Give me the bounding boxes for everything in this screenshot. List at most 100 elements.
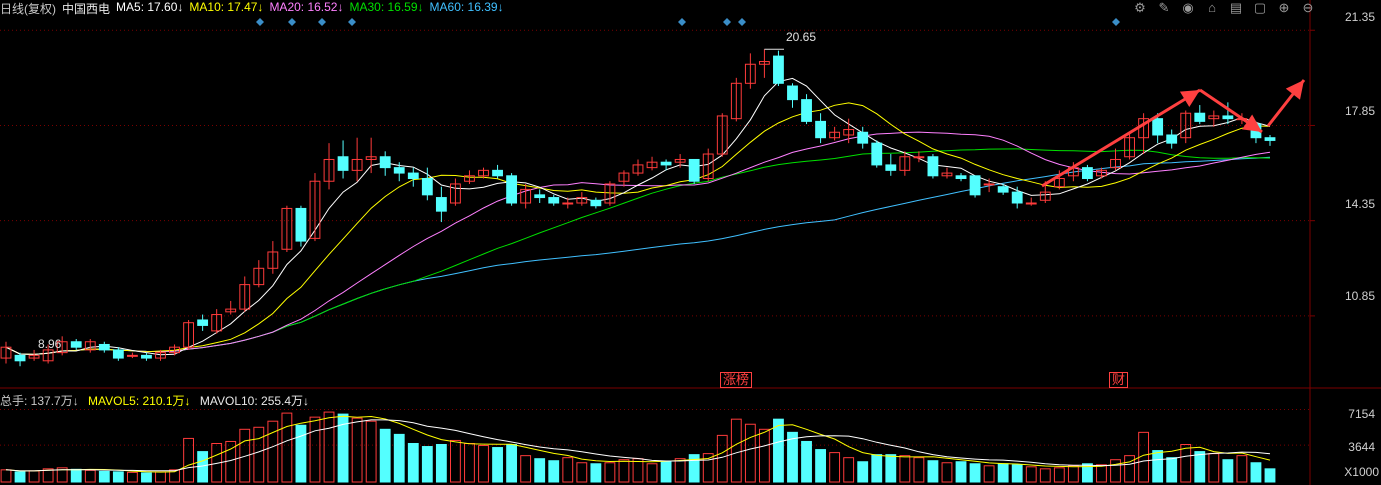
event-diamond	[678, 18, 686, 26]
volume-bar	[1096, 464, 1107, 483]
candle-body	[421, 178, 433, 196]
volume-bar	[955, 461, 967, 483]
volume-bar	[379, 428, 391, 483]
ma5-line	[5, 77, 1271, 356]
volume-bar	[983, 465, 995, 483]
candle-body	[857, 131, 869, 144]
candle-body	[815, 120, 826, 139]
ma10-value: MA10: 17.47↓	[189, 0, 264, 14]
volume-bar	[829, 452, 841, 483]
mavol5-value: MAVOL5: 210.1万↓	[88, 394, 191, 408]
volume-bar	[618, 459, 630, 483]
volume-bar	[98, 470, 110, 483]
high-price-label: 20.65	[786, 30, 817, 44]
volume-bar	[815, 449, 826, 483]
trend-arrow-up-2-head	[1285, 80, 1304, 100]
candle-body	[393, 167, 405, 174]
brush-icon[interactable]: ✎	[1155, 0, 1173, 16]
volume-bar	[421, 446, 433, 483]
finance-marker[interactable]: 财	[1109, 372, 1129, 388]
volume-header: 总手: 137.7万↓ MAVOL5: 210.1万↓ MAVOL10: 255…	[0, 392, 315, 408]
volume-bar	[1194, 451, 1206, 483]
eye-icon[interactable]: ◉	[1179, 0, 1197, 16]
volume-bar	[871, 454, 883, 483]
gear-icon[interactable]: ⚙	[1131, 0, 1149, 16]
candle-body	[955, 175, 967, 180]
price-header: 日线(复权) 中国西电 MA5: 17.60↓ MA10: 17.47↓ MA2…	[0, 0, 510, 16]
y-tick-label: 21.35	[1344, 10, 1375, 24]
volume-bar	[927, 460, 939, 483]
volume-bar	[688, 454, 700, 483]
limit-up-marker[interactable]: 涨榜	[720, 372, 753, 388]
event-diamond	[256, 18, 264, 26]
candle-body	[1264, 137, 1276, 141]
volume-bar	[744, 423, 756, 483]
volume-bar	[1025, 466, 1037, 483]
volume-bar	[548, 460, 560, 483]
volume-bar	[0, 469, 12, 483]
volume-bar	[1264, 468, 1276, 483]
candle-body	[660, 161, 672, 166]
volume-bar	[267, 420, 279, 483]
volume-bar	[941, 462, 953, 483]
lock-icon[interactable]: ▢	[1251, 0, 1269, 16]
volume-bar	[632, 458, 644, 483]
candle-body	[295, 207, 307, 242]
candle-body	[1011, 191, 1023, 204]
volume-bar	[84, 469, 96, 483]
volume-bar	[506, 444, 518, 483]
candle-body	[562, 202, 574, 205]
volume-bar	[562, 457, 574, 483]
candle-body	[801, 99, 812, 122]
volume-bar	[843, 457, 855, 483]
candle-body	[492, 169, 503, 177]
volume-bar	[351, 417, 363, 483]
shop-icon[interactable]: ⌂	[1203, 0, 1221, 16]
volume-bar	[758, 428, 770, 483]
candle-body	[407, 172, 419, 180]
volume-bar	[112, 471, 124, 483]
volume-bar	[28, 470, 40, 483]
candle-body	[197, 319, 209, 326]
volume-bar	[126, 471, 138, 483]
volume-bar	[478, 445, 489, 483]
candle-body	[969, 175, 981, 196]
volume-bar	[1208, 453, 1220, 483]
volume-bar	[997, 463, 1009, 483]
candle-body	[534, 194, 546, 199]
ma30-line	[5, 148, 1271, 355]
candle-body	[913, 156, 925, 159]
vol-tick-label: 7154	[1348, 407, 1375, 421]
volume-bar	[590, 463, 602, 483]
stock-name: 中国西电	[62, 2, 111, 16]
volume-bar	[14, 471, 26, 483]
volume-bar	[857, 461, 869, 483]
total-volume: 总手: 137.7万↓	[0, 394, 79, 408]
event-diamond	[348, 18, 356, 26]
candle-body	[787, 85, 798, 101]
candle-body	[337, 156, 349, 171]
candle-body	[1166, 134, 1178, 144]
candle-body	[14, 354, 26, 362]
kline-chart[interactable]	[0, 0, 1381, 485]
volume-bar	[1053, 467, 1065, 483]
zoom-in-icon[interactable]: ⊕	[1275, 0, 1293, 16]
volume-bar	[309, 416, 321, 483]
volume-bar	[1110, 459, 1121, 483]
volume-bar	[730, 418, 742, 483]
volume-bar	[1222, 459, 1234, 483]
volume-bar	[716, 434, 728, 483]
volume-bar	[702, 453, 714, 483]
y-tick-label: 10.85	[1344, 289, 1375, 303]
volume-bar	[450, 439, 461, 483]
clipboard-icon[interactable]: ▤	[1227, 0, 1245, 16]
volume-bar	[1039, 468, 1051, 483]
candle-body	[1082, 167, 1093, 180]
zoom-out-icon[interactable]: ⊖	[1299, 0, 1317, 16]
period-label[interactable]: 日线(复权)	[0, 0, 56, 16]
volume-bar	[295, 424, 307, 483]
candle-body	[126, 354, 138, 357]
y-tick-label: 14.35	[1344, 197, 1375, 211]
volume-bar	[1152, 450, 1164, 483]
volume-bar	[604, 462, 616, 483]
